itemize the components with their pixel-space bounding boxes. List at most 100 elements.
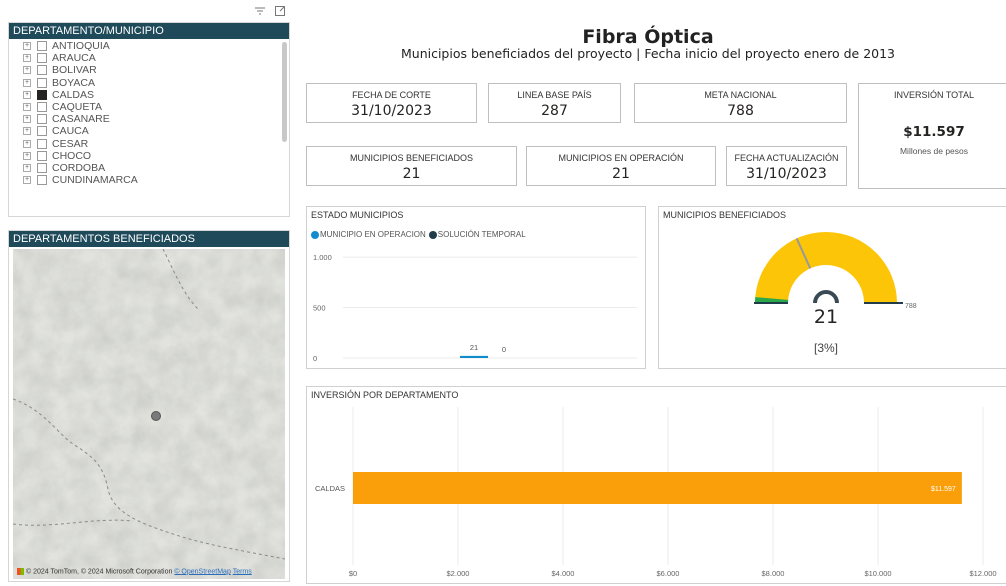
checkbox[interactable] [37,65,47,76]
gauge-municipios-beneficiados: MUNICIPIOS BENEFICIADOS 21 [3%] 788 [658,206,1006,369]
kpi-value: 788 [727,103,754,119]
expand-icon[interactable]: + [23,78,31,87]
checkbox[interactable] [37,53,47,64]
slicer-item-label: ARAUCA [52,52,96,65]
kpi-value: 31/10/2023 [351,103,432,119]
page-title: Fibra Óptica [582,26,714,48]
expand-icon[interactable]: + [23,127,31,136]
kpi-label: MUNICIPIOS BENEFICIADOS [349,153,474,163]
slicer-scrollbar[interactable] [282,42,287,142]
slicer-item-choco[interactable]: + CHOCO [9,150,281,162]
map-panel: DEPARTAMENTOS BENEFICIADOS © 2024 TomTom… [8,230,290,582]
checkbox[interactable] [37,102,47,113]
checkbox[interactable] [37,114,47,125]
kpi-meta-nacional: META NACIONAL 788 [634,83,847,123]
checkbox[interactable] [37,150,47,161]
expand-icon[interactable]: + [23,151,31,160]
slicer-item-caqueta[interactable]: + CAQUETA [9,101,281,113]
y-tick-label: 500 [313,304,326,313]
gauge-percent: [3%] [813,341,838,355]
slicer-item-cundinamarca[interactable]: + CUNDINAMARCA [9,174,281,186]
expand-icon[interactable]: + [23,54,31,63]
expand-icon[interactable]: + [23,115,31,124]
bar-caldas [353,472,962,504]
kpi-inversion-total: INVERSIÓN TOTAL $11.597 Millones de peso… [858,83,1006,189]
checkbox[interactable] [37,175,47,186]
slicer-item-label: ANTIOQUIA [52,40,110,53]
slicer-item-label: CASANARE [52,113,110,126]
expand-icon[interactable]: + [23,163,31,172]
x-tick-label: $8.000 [762,569,785,578]
expand-icon[interactable]: + [23,176,31,185]
y-tick-label: 1.000 [313,253,332,262]
kpi-value: 21 [402,166,421,182]
x-tick-label: $2.000 [447,569,470,578]
slicer-item-label: CORDOBA [52,161,106,174]
slicer-item-label: BOLIVAR [52,64,97,77]
checkbox[interactable] [37,41,47,52]
kpi-sublabel: Millones de pesos [899,146,969,156]
gauge-value: 21 [813,306,839,328]
gauge-hub-icon [813,290,839,304]
slicer-item-cesar[interactable]: + CESAR [9,138,281,150]
microsoft-logo-icon [17,567,24,575]
slicer-list: + ANTIOQUIA + ARAUCA + BOLIVAR + BOYACA + CALDAS +… [9,40,281,216]
slicer-item-label: CHOCO [52,149,92,162]
estado-municipios-chart: ESTADO MUNICIPIOS MUNICIPIO EN OPERACION… [306,206,646,369]
slicer-item-label: CESAR [52,137,89,150]
kpi-fecha-actualizacion: FECHA ACTUALIZACIÓN 31/10/2023 [726,146,847,186]
data-label: 0 [502,345,506,354]
kpi-fecha-corte: FECHA DE CORTE 31/10/2023 [306,83,477,123]
checkbox[interactable] [37,89,47,100]
slicer-item-label: CAQUETA [52,101,102,114]
slicer-header: DEPARTAMENTO/MUNICIPIO [9,23,289,39]
kpi-label: FECHA DE CORTE [352,90,431,100]
slicer-item-casanare[interactable]: + CASANARE [9,113,281,125]
expand-icon[interactable]: + [23,103,31,112]
focus-mode-icon[interactable] [274,4,286,22]
y-tick-label: 0 [313,354,317,363]
department-slicer: DEPARTAMENTO/MUNICIPIO + ANTIOQUIA + ARAUCA… [8,22,290,217]
x-tick-label: $12.000 [969,569,996,578]
slicer-item-bolivar[interactable]: + BOLIVAR [9,64,281,76]
checkbox[interactable] [37,162,47,173]
kpi-value: 287 [541,103,568,119]
gauge-max-label: 788 [905,303,917,310]
slicer-item-cauca[interactable]: + CAUCA [9,125,281,137]
slicer-toolbar [8,4,290,22]
kpi-label: INVERSIÓN TOTAL [893,90,975,100]
slicer-item-antioquia[interactable]: + ANTIOQUIA [9,40,281,52]
expand-icon[interactable]: + [23,139,31,148]
attribution-text: © 2024 TomTom, © 2024 Microsoft Corporat… [26,568,173,575]
slicer-item-arauca[interactable]: + ARAUCA [9,52,281,64]
map-attribution: © 2024 TomTom, © 2024 Microsoft Corporat… [17,567,252,575]
slicer-item-cordoba[interactable]: + CORDOBA [9,162,281,174]
kpi-linea-base: LINEA BASE PAÍS 287 [488,83,621,123]
map-area[interactable]: © 2024 TomTom, © 2024 Microsoft Corporat… [13,249,285,579]
openstreetmap-link[interactable]: © OpenStreetMap [174,568,231,575]
x-tick-label: $6.000 [657,569,680,578]
kpi-label: FECHA ACTUALIZACIÓN [734,153,839,163]
checkbox[interactable] [37,126,47,137]
slicer-item-label: BOYACA [52,76,95,89]
data-label: $11.597 [931,486,956,493]
slicer-item-boyaca[interactable]: + BOYACA [9,77,281,89]
slicer-item-caldas[interactable]: + CALDAS [9,89,281,101]
terms-link[interactable]: Terms [233,568,252,575]
slicer-item-label: CAUCA [52,125,89,138]
x-tick-label: $4.000 [552,569,575,578]
slicer-item-label: CALDAS [52,88,95,101]
kpi-value: 21 [612,166,630,182]
expand-icon[interactable]: + [23,42,31,51]
location-marker-caldas [151,411,161,421]
page-subtitle: Municipios beneficiados del proyecto | F… [400,46,896,61]
checkbox[interactable] [37,77,47,88]
filter-icon[interactable] [254,4,266,22]
kpi-label: LINEA BASE PAÍS [517,90,592,100]
kpi-value: $11.597 [903,124,965,140]
expand-icon[interactable]: + [23,90,31,99]
checkbox[interactable] [37,138,47,149]
kpi-label: MUNICIPIOS EN OPERACIÓN [558,153,684,163]
kpi-value: 31/10/2023 [746,166,827,182]
expand-icon[interactable]: + [23,66,31,75]
